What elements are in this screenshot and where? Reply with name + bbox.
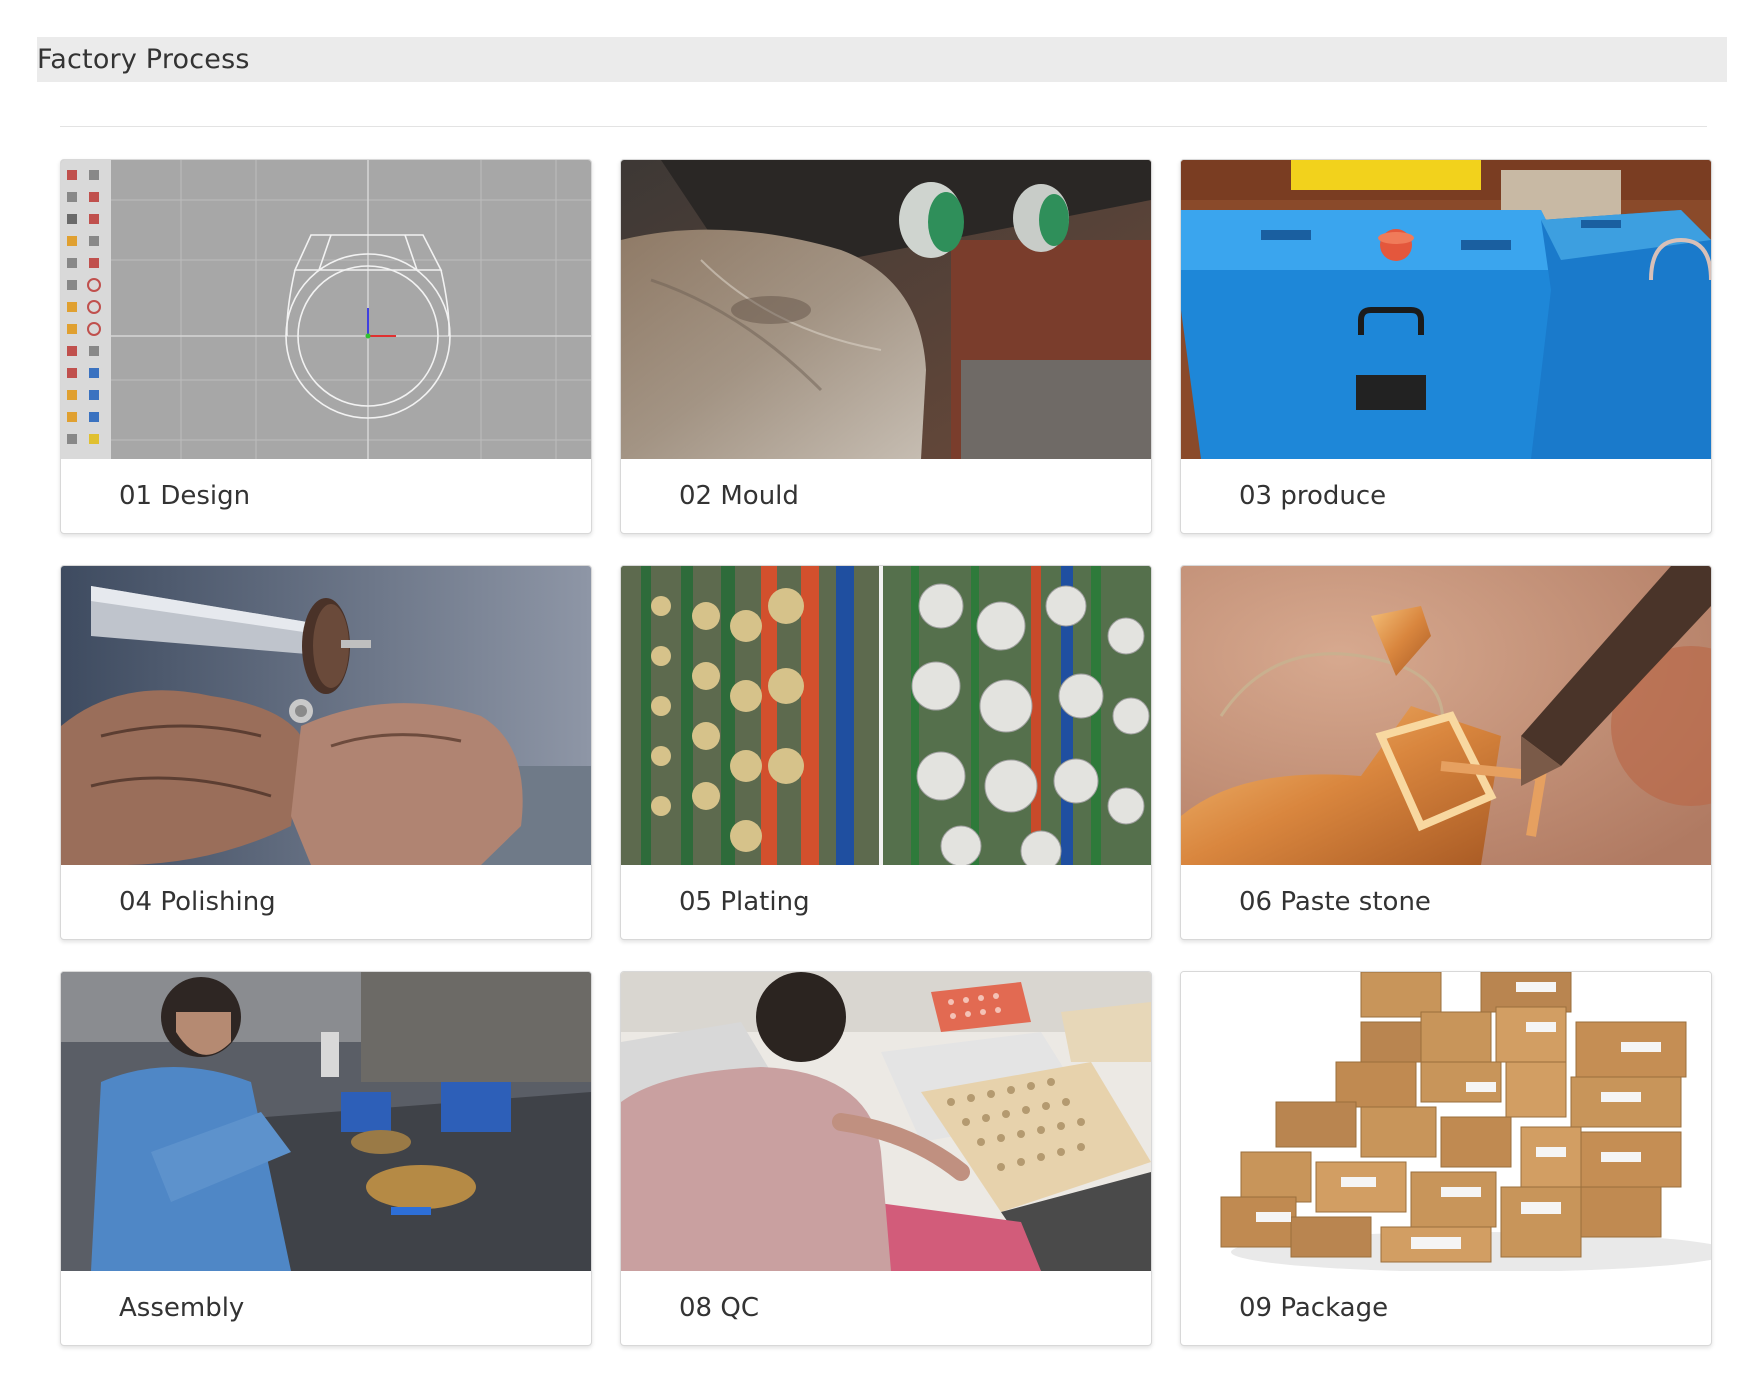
card-label: 02 Mould	[679, 481, 799, 511]
process-grid: 01 Design 02 Mould 03 produce 04 Polishi…	[60, 159, 1712, 1346]
card-label: 04 Polishing	[119, 887, 276, 917]
card-caption: 02 Mould	[621, 459, 1151, 533]
card-caption: 04 Polishing	[61, 865, 591, 939]
package-boxes-image	[1181, 972, 1711, 1271]
card-label: 09 Package	[1239, 1293, 1389, 1323]
polishing-image	[61, 566, 591, 865]
card-caption: 08 QC	[621, 1271, 1151, 1345]
process-card-design[interactable]: 01 Design	[60, 159, 592, 534]
assembly-image	[61, 972, 591, 1271]
card-label: 06 Paste stone	[1239, 887, 1431, 917]
section-header: Factory Process	[37, 37, 1727, 82]
card-caption: 05 Plating	[621, 865, 1151, 939]
section-title: Factory Process	[37, 44, 250, 75]
divider	[60, 126, 1707, 127]
card-label: 03 produce	[1239, 481, 1387, 511]
process-card-package[interactable]: 09 Package	[1180, 971, 1712, 1346]
card-caption: 06 Paste stone	[1181, 865, 1711, 939]
factory-process-page: Factory Process 01 Design 02 Mould 03 pr…	[0, 0, 1764, 1389]
paste-stone-image	[1181, 566, 1711, 865]
qc-image	[621, 972, 1151, 1271]
design-cad-image	[61, 160, 591, 459]
process-card-produce[interactable]: 03 produce	[1180, 159, 1712, 534]
card-label: 01 Design	[119, 481, 251, 511]
card-label: 05 Plating	[679, 887, 810, 917]
process-card-qc[interactable]: 08 QC	[620, 971, 1152, 1346]
process-card-assembly[interactable]: Assembly	[60, 971, 592, 1346]
card-caption: Assembly	[61, 1271, 591, 1345]
card-label: 08 QC	[679, 1293, 759, 1323]
card-label: Assembly	[119, 1293, 245, 1323]
process-card-polishing[interactable]: 04 Polishing	[60, 565, 592, 940]
card-caption: 09 Package	[1181, 1271, 1711, 1345]
card-caption: 01 Design	[61, 459, 591, 533]
plating-image	[621, 566, 1151, 865]
process-card-plating[interactable]: 05 Plating	[620, 565, 1152, 940]
process-card-mould[interactable]: 02 Mould	[620, 159, 1152, 534]
card-caption: 03 produce	[1181, 459, 1711, 533]
process-card-paste-stone[interactable]: 06 Paste stone	[1180, 565, 1712, 940]
produce-machine-image	[1181, 160, 1711, 459]
mould-image	[621, 160, 1151, 459]
